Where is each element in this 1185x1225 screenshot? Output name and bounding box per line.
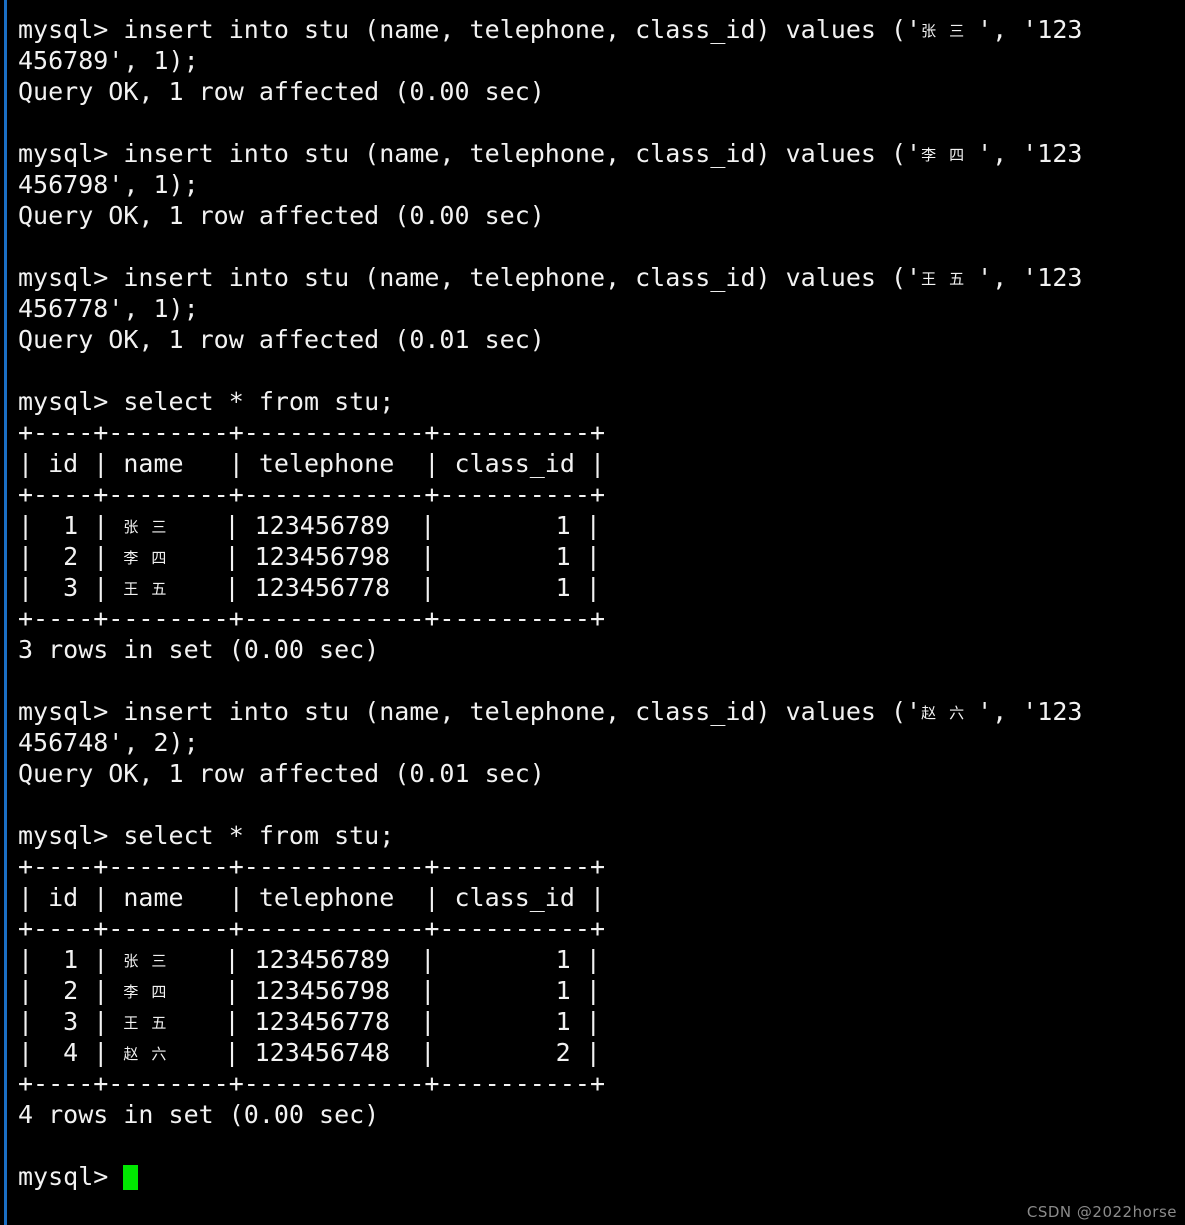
row-name-cell: 王五 bbox=[123, 580, 180, 598]
terminal-output-line: 4 rows in set (0.00 sec) bbox=[18, 1100, 380, 1129]
terminal-output-line: +----+--------+------------+----------+ bbox=[18, 914, 605, 943]
table-row: | 1 | 张三 | 123456789 | 1 | bbox=[18, 944, 1185, 975]
row-remaining-cells: | 123456798 | 1 | bbox=[179, 542, 601, 571]
cjk-name-literal: 张三 bbox=[921, 22, 978, 40]
row-remaining-cells: | 123456789 | 1 | bbox=[179, 511, 601, 540]
row-name-cell: 张三 bbox=[123, 952, 180, 970]
terminal-output-area[interactable]: mysql> insert into stu (name, telephone,… bbox=[18, 14, 1185, 1192]
command-text: mysql> insert into stu (name, telephone,… bbox=[18, 697, 922, 726]
cjk-name-literal: 赵六 bbox=[921, 704, 978, 722]
terminal-window[interactable]: mysql> insert into stu (name, telephone,… bbox=[0, 0, 1185, 1225]
row-remaining-cells: | 123456748 | 2 | bbox=[179, 1038, 601, 1067]
row-id-cell: | 3 | bbox=[18, 1007, 124, 1036]
prompt-label: mysql> bbox=[18, 1162, 124, 1191]
terminal-output-line: +----+--------+------------+----------+ bbox=[18, 852, 605, 881]
terminal-command-line: mysql> insert into stu (name, telephone,… bbox=[18, 14, 1185, 45]
block-cursor[interactable] bbox=[123, 1165, 139, 1190]
terminal-output-line: 3 rows in set (0.00 sec) bbox=[18, 635, 380, 664]
cjk-name-literal: 李四 bbox=[921, 146, 978, 164]
row-remaining-cells: | 123456778 | 1 | bbox=[179, 573, 601, 602]
terminal-output-line: Query OK, 1 row affected (0.00 sec) bbox=[18, 201, 545, 230]
row-id-cell: | 1 | bbox=[18, 511, 124, 540]
row-id-cell: | 2 | bbox=[18, 542, 124, 571]
row-name-cell: 张三 bbox=[123, 518, 180, 536]
terminal-output-line: +----+--------+------------+----------+ bbox=[18, 604, 605, 633]
table-row: | 2 | 李四 | 123456798 | 1 | bbox=[18, 541, 1185, 572]
terminal-output-line: Query OK, 1 row affected (0.01 sec) bbox=[18, 325, 545, 354]
command-text: mysql> insert into stu (name, telephone,… bbox=[18, 139, 922, 168]
row-remaining-cells: | 123456778 | 1 | bbox=[179, 1007, 601, 1036]
row-remaining-cells: | 123456798 | 1 | bbox=[179, 976, 601, 1005]
row-id-cell: | 4 | bbox=[18, 1038, 124, 1067]
terminal-output-line: +----+--------+------------+----------+ bbox=[18, 418, 605, 447]
terminal-command-wrap-line: 456778', 1); bbox=[18, 294, 199, 323]
row-id-cell: | 1 | bbox=[18, 945, 124, 974]
terminal-output-line: | id | name | telephone | class_id | bbox=[18, 449, 605, 478]
command-text-tail: ', '123 bbox=[977, 263, 1083, 292]
terminal-command-line: mysql> insert into stu (name, telephone,… bbox=[18, 696, 1185, 727]
command-text-tail: ', '123 bbox=[977, 15, 1083, 44]
command-text-tail: ', '123 bbox=[977, 139, 1083, 168]
terminal-active-prompt[interactable]: mysql> bbox=[18, 1161, 1185, 1192]
row-name-cell: 赵六 bbox=[123, 1045, 180, 1063]
terminal-output-line: +----+--------+------------+----------+ bbox=[18, 1069, 605, 1098]
row-id-cell: | 3 | bbox=[18, 573, 124, 602]
terminal-command-line: mysql> insert into stu (name, telephone,… bbox=[18, 262, 1185, 293]
terminal-command-wrap-line: 456789', 1); bbox=[18, 46, 199, 75]
command-text-tail: ', '123 bbox=[977, 697, 1083, 726]
table-row: | 3 | 王五 | 123456778 | 1 | bbox=[18, 1006, 1185, 1037]
terminal-output-line: Query OK, 1 row affected (0.01 sec) bbox=[18, 759, 545, 788]
cjk-name-literal: 王五 bbox=[921, 270, 978, 288]
window-left-edge-accent bbox=[4, 0, 7, 1225]
command-text: mysql> insert into stu (name, telephone,… bbox=[18, 15, 922, 44]
table-row: | 4 | 赵六 | 123456748 | 2 | bbox=[18, 1037, 1185, 1068]
table-row: | 3 | 王五 | 123456778 | 1 | bbox=[18, 572, 1185, 603]
terminal-output-line: Query OK, 1 row affected (0.00 sec) bbox=[18, 77, 545, 106]
row-id-cell: | 2 | bbox=[18, 976, 124, 1005]
terminal-command-wrap-line: 456748', 2); bbox=[18, 728, 199, 757]
row-remaining-cells: | 123456789 | 1 | bbox=[179, 945, 601, 974]
command-text: mysql> insert into stu (name, telephone,… bbox=[18, 263, 922, 292]
row-name-cell: 李四 bbox=[123, 549, 180, 567]
terminal-output-line: +----+--------+------------+----------+ bbox=[18, 480, 605, 509]
table-row: | 2 | 李四 | 123456798 | 1 | bbox=[18, 975, 1185, 1006]
terminal-command-line: mysql> insert into stu (name, telephone,… bbox=[18, 138, 1185, 169]
csdn-watermark: CSDN @2022horse bbox=[1026, 1203, 1177, 1221]
terminal-command-line: mysql> select * from stu; bbox=[18, 821, 395, 850]
terminal-command-line: mysql> select * from stu; bbox=[18, 387, 395, 416]
terminal-output-line: | id | name | telephone | class_id | bbox=[18, 883, 605, 912]
row-name-cell: 李四 bbox=[123, 983, 180, 1001]
row-name-cell: 王五 bbox=[123, 1014, 180, 1032]
terminal-command-wrap-line: 456798', 1); bbox=[18, 170, 199, 199]
table-row: | 1 | 张三 | 123456789 | 1 | bbox=[18, 510, 1185, 541]
